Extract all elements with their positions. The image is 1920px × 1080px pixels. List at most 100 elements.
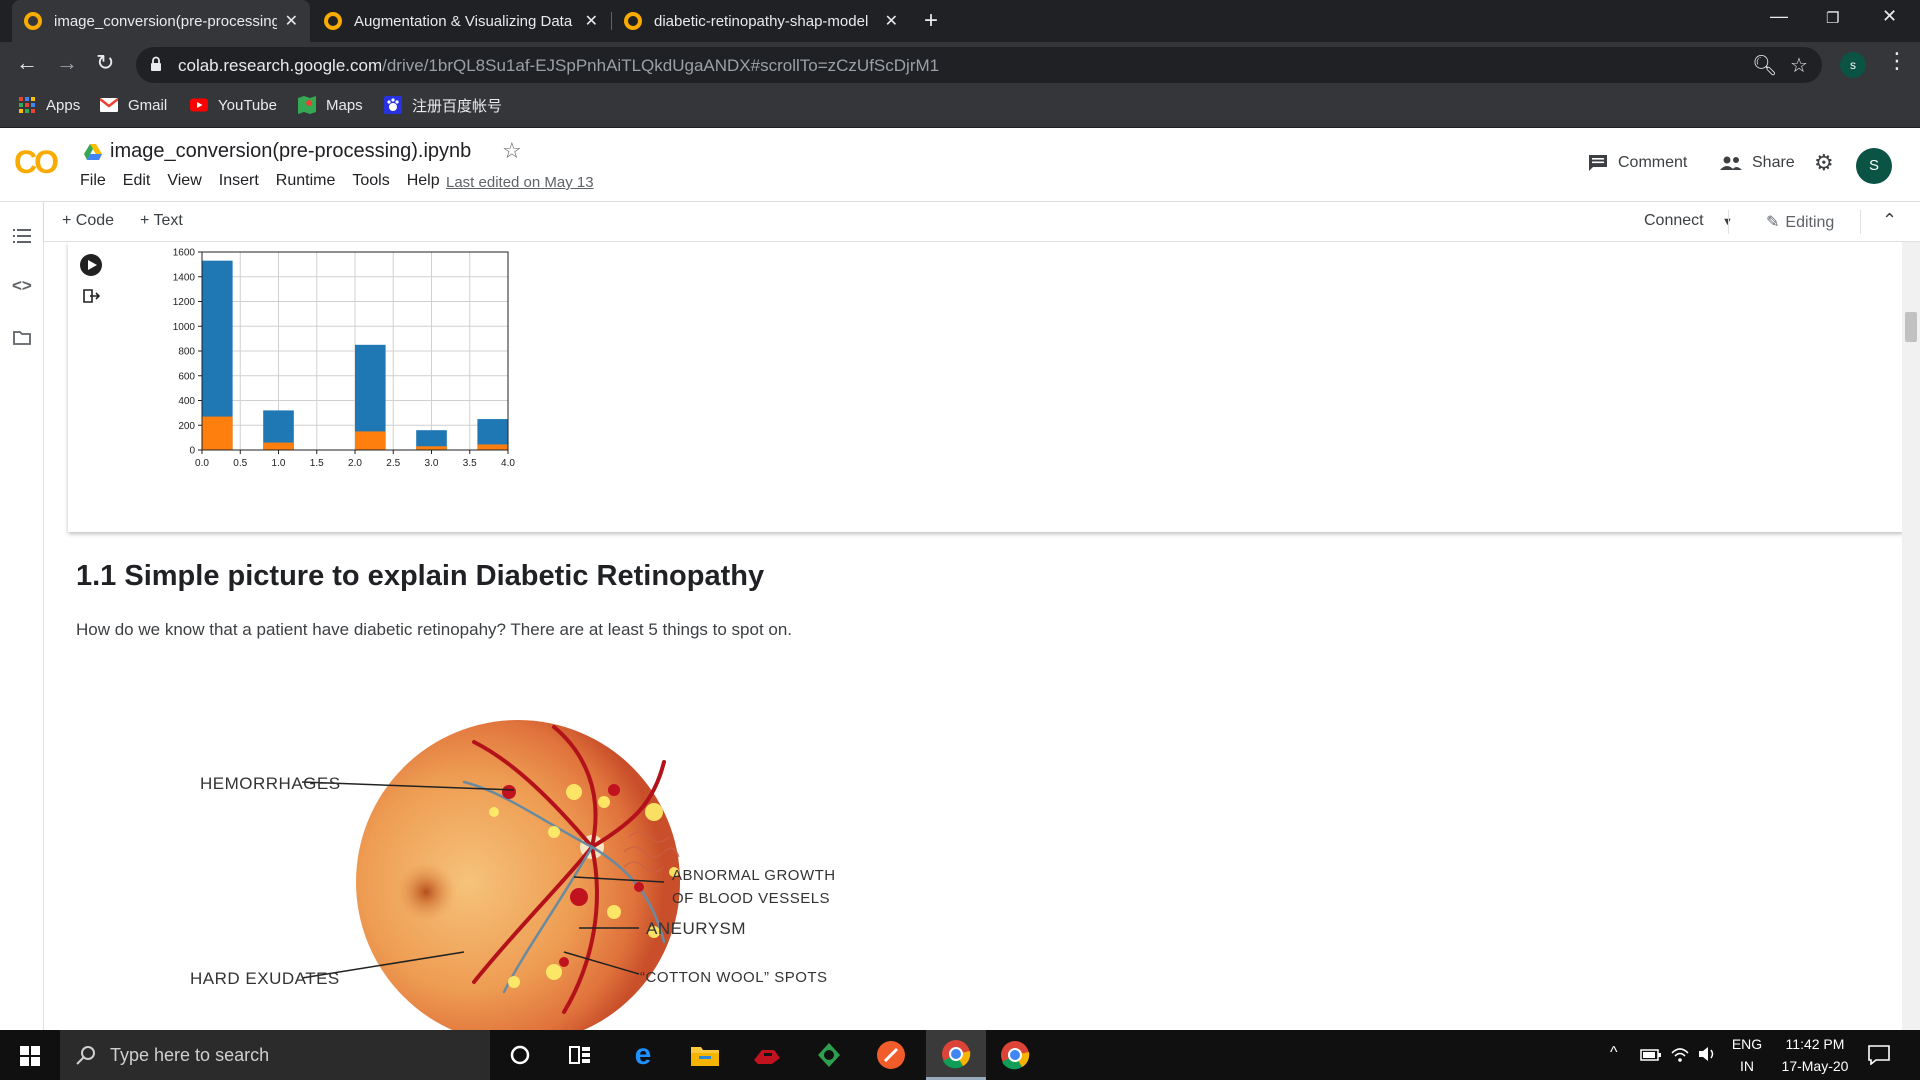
url-text: colab.research.google.com/drive/1brQL8Su… xyxy=(178,56,939,76)
share-label: Share xyxy=(1752,154,1795,171)
new-tab-icon[interactable]: + xyxy=(924,7,938,35)
orange-app-icon[interactable] xyxy=(874,1038,908,1072)
menu-file[interactable]: File xyxy=(80,172,106,190)
comment-button[interactable]: Comment xyxy=(1588,154,1687,172)
y-tick-label: 800 xyxy=(178,347,195,358)
output-actions-icon[interactable] xyxy=(82,288,100,304)
language-indicator[interactable]: ENG IN xyxy=(1726,1033,1768,1077)
vertical-scrollbar[interactable] xyxy=(1902,242,1920,1030)
code-snippets-icon[interactable]: <> xyxy=(12,276,32,296)
file-explorer-icon[interactable] xyxy=(688,1038,722,1072)
account-avatar[interactable]: S xyxy=(1856,148,1892,184)
notebook-title[interactable]: image_conversion(pre-processing).ipynb xyxy=(84,140,471,163)
address-bar[interactable]: colab.research.google.com/drive/1brQL8Su… xyxy=(136,47,1822,83)
table-of-contents-icon[interactable] xyxy=(12,226,32,246)
collapse-header-chevron-up-icon[interactable]: ⌃ xyxy=(1882,210,1897,231)
edge-browser-icon[interactable]: e xyxy=(626,1038,660,1072)
green-app-icon[interactable] xyxy=(812,1038,846,1072)
scrollbar-thumb[interactable] xyxy=(1905,312,1917,342)
bookmark-label: YouTube xyxy=(218,96,277,114)
x-tick-label: 2.0 xyxy=(348,458,362,469)
volume-icon[interactable] xyxy=(1697,1045,1717,1063)
bookmarks-bar: Apps Gmail YouTube Maps 注册百度帐号 xyxy=(0,88,1920,128)
tab-strip: image_conversion(pre-processing ✕ Augmen… xyxy=(0,0,1920,42)
chrome-menu-icon[interactable]: ⋮ xyxy=(1886,48,1908,74)
chrome-profile-icon[interactable] xyxy=(998,1038,1032,1072)
bookmark-maps[interactable]: Maps xyxy=(298,88,363,122)
chrome-profile-avatar[interactable]: s xyxy=(1840,52,1866,78)
windows-start-icon[interactable] xyxy=(20,1046,40,1066)
toolbar-divider xyxy=(1860,210,1861,234)
colab-logo[interactable]: CO xyxy=(14,144,59,181)
x-tick-label: 1.0 xyxy=(272,458,286,469)
battery-icon[interactable] xyxy=(1640,1048,1662,1062)
notification-center-icon[interactable] xyxy=(1868,1045,1890,1065)
search-icon xyxy=(76,1046,95,1065)
bookmark-apps[interactable]: Apps xyxy=(18,88,80,122)
menu-view[interactable]: View xyxy=(167,172,201,190)
restore-icon[interactable]: ❐ xyxy=(1826,9,1839,27)
y-tick-label: 1000 xyxy=(173,322,196,333)
add-text-cell-button[interactable]: + Text xyxy=(140,212,183,230)
back-icon[interactable]: ← xyxy=(16,50,38,76)
forward-icon[interactable]: → xyxy=(56,50,78,76)
gmail-icon xyxy=(100,98,118,112)
tray-chevron-up-icon[interactable]: ^ xyxy=(1610,1044,1618,1062)
comment-label: Comment xyxy=(1618,154,1688,171)
run-cell-play-icon[interactable] xyxy=(80,254,102,276)
chrome-taskbar-active[interactable] xyxy=(926,1030,986,1080)
editing-mode-button[interactable]: ✎ Editing xyxy=(1766,212,1834,232)
tab-image-conversion[interactable]: image_conversion(pre-processing ✕ xyxy=(12,0,310,42)
x-tick-label: 0.5 xyxy=(233,458,247,469)
files-folder-icon[interactable] xyxy=(12,328,32,348)
menu-edit[interactable]: Edit xyxy=(123,172,151,190)
x-tick-label: 4.0 xyxy=(501,458,515,469)
bookmark-gmail[interactable]: Gmail xyxy=(100,88,167,122)
share-button[interactable]: Share xyxy=(1720,154,1795,172)
tab-augmentation[interactable]: Augmentation & Visualizing Data ✕ xyxy=(312,0,610,42)
minimize-icon[interactable]: — xyxy=(1770,6,1788,27)
reload-icon[interactable]: ↻ xyxy=(96,50,114,76)
menu-insert[interactable]: Insert xyxy=(219,172,259,190)
bookmark-star-icon[interactable]: ☆ xyxy=(1790,53,1808,78)
star-notebook-icon[interactable]: ☆ xyxy=(502,138,522,164)
histogram-bar-series-1 xyxy=(477,444,508,450)
comment-icon xyxy=(1589,155,1607,171)
close-tab-icon[interactable]: ✕ xyxy=(585,11,598,31)
game-app-icon[interactable] xyxy=(750,1038,784,1072)
tab-diabetic-retinopathy[interactable]: diabetic-retinopathy-shap-model ✕ xyxy=(612,0,910,42)
menu-tools[interactable]: Tools xyxy=(352,172,389,190)
chrome-icon xyxy=(942,1039,971,1068)
task-view-icon[interactable] xyxy=(563,1038,597,1072)
y-tick-label: 1200 xyxy=(173,297,196,308)
youtube-icon xyxy=(190,98,208,112)
taskbar-search-input[interactable]: Type here to search xyxy=(60,1030,490,1080)
label-abnormal-growth-line2: OF BLOOD VESSELS xyxy=(672,890,830,907)
histogram-bar-series-1 xyxy=(202,416,233,450)
connect-button[interactable]: Connect ▼ xyxy=(1644,212,1733,230)
bookmark-baidu[interactable]: 注册百度帐号 xyxy=(384,88,502,122)
cortana-icon[interactable] xyxy=(503,1038,537,1072)
close-tab-icon[interactable]: ✕ xyxy=(885,11,898,31)
colab-favicon-icon xyxy=(24,12,42,30)
menu-runtime[interactable]: Runtime xyxy=(276,172,336,190)
clock[interactable]: 11:42 PM 17-May-20 xyxy=(1770,1033,1860,1077)
menu-help[interactable]: Help xyxy=(407,172,440,190)
x-tick-label: 1.5 xyxy=(310,458,324,469)
bookmark-youtube[interactable]: YouTube xyxy=(190,88,277,122)
x-tick-label: 2.5 xyxy=(386,458,400,469)
y-tick-label: 1400 xyxy=(173,272,196,283)
markdown-paragraph: How do we know that a patient have diabe… xyxy=(76,620,793,639)
window-close-icon[interactable]: ✕ xyxy=(1882,6,1897,27)
settings-gear-icon[interactable]: ⚙ xyxy=(1814,150,1834,176)
wifi-icon[interactable] xyxy=(1670,1045,1690,1063)
last-edited-link[interactable]: Last edited on May 13 xyxy=(446,174,594,191)
add-code-cell-button[interactable]: + Code xyxy=(62,212,114,230)
histogram-bar-series-1 xyxy=(263,442,294,450)
bookmark-label: Apps xyxy=(46,96,81,114)
lock-icon xyxy=(151,56,161,71)
zoom-icon[interactable]: 🔍︎ xyxy=(1752,53,1777,78)
language-line-1: ENG xyxy=(1731,1036,1763,1052)
close-tab-icon[interactable]: ✕ xyxy=(285,11,298,31)
retina-diagram: HEMORRHAGES ABNORMAL GROWTH OF BLOOD VES… xyxy=(190,720,835,1030)
